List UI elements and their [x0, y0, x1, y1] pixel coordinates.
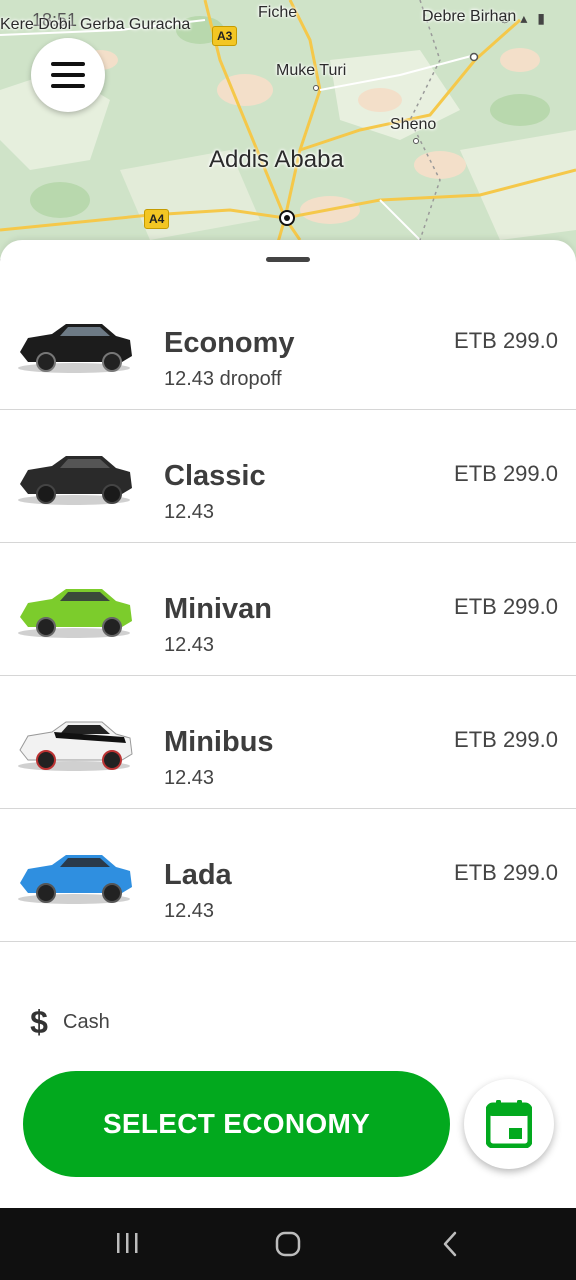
- map-label-sheno: Sheno: [390, 116, 437, 133]
- map-label-debre-birhan: Debre Birhan: [422, 8, 517, 25]
- ride-options-list: Economy 12.43 dropoff ETB 299.0 Classic …: [0, 300, 576, 942]
- car-image-economy: [18, 324, 132, 373]
- sheet-drag-handle[interactable]: [266, 257, 310, 262]
- hamburger-menu-icon: [51, 62, 85, 88]
- ride-option-lada[interactable]: Lada 12.43 ETB 299.0: [0, 809, 576, 942]
- menu-button[interactable]: [31, 38, 105, 112]
- road-shield-a4: A4: [144, 209, 170, 229]
- ride-name: Minivan: [164, 593, 272, 625]
- map-label-gerba-guracha: Gerba Guracha: [80, 16, 191, 33]
- map-label-addis-ababa: Addis Ababa: [209, 146, 344, 173]
- ride-name: Minibus: [164, 726, 274, 758]
- map-label-muke-turi: Muke Turi: [276, 62, 347, 79]
- ride-price: ETB 299.0: [454, 328, 558, 353]
- ride-option-classic[interactable]: Classic 12.43 ETB 299.0: [0, 410, 576, 543]
- recent-apps-icon[interactable]: [115, 1230, 139, 1256]
- ride-name: Classic: [164, 460, 266, 492]
- dollar-icon: $: [30, 1004, 48, 1040]
- ride-name: Economy: [164, 327, 295, 359]
- payment-method-label: Cash: [63, 1011, 110, 1033]
- ride-subtitle: 12.43: [164, 900, 215, 922]
- ride-name: Lada: [164, 859, 232, 891]
- map-label-kere-dobi: Kere Dobi: [0, 16, 72, 33]
- back-icon[interactable]: [440, 1230, 460, 1258]
- car-image-lada: [18, 855, 132, 904]
- calendar-icon: [486, 1100, 532, 1148]
- car-image-minibus: [18, 721, 133, 771]
- ride-option-minivan[interactable]: Minivan 12.43 ETB 299.0: [0, 543, 576, 676]
- payment-method[interactable]: $ Cash: [28, 1004, 110, 1041]
- road-shield-a3: A3: [212, 26, 238, 46]
- ride-subtitle: 12.43: [164, 634, 215, 656]
- schedule-ride-button[interactable]: [464, 1079, 554, 1169]
- ride-price: ETB 299.0: [454, 860, 558, 885]
- ride-option-economy[interactable]: Economy 12.43 dropoff ETB 299.0: [0, 300, 576, 410]
- car-image-classic: [18, 456, 132, 505]
- ride-option-minibus[interactable]: Minibus 12.43 ETB 299.0: [0, 676, 576, 809]
- map-label-fiche: Fiche: [258, 4, 298, 21]
- car-image-minivan: [18, 589, 132, 638]
- ride-subtitle: 12.43: [164, 501, 215, 523]
- ride-price: ETB 299.0: [454, 727, 558, 752]
- ride-subtitle: 12.43: [164, 767, 215, 789]
- ride-subtitle: 12.43 dropoff: [164, 368, 282, 390]
- ride-options-sheet: Economy 12.43 dropoff ETB 299.0 Classic …: [0, 240, 576, 1208]
- ride-price: ETB 299.0: [454, 461, 558, 486]
- home-icon[interactable]: [274, 1230, 302, 1258]
- ride-price: ETB 299.0: [454, 594, 558, 619]
- select-ride-button[interactable]: SELECT ECONOMY: [23, 1071, 450, 1177]
- system-navigation-bar: [0, 1208, 576, 1280]
